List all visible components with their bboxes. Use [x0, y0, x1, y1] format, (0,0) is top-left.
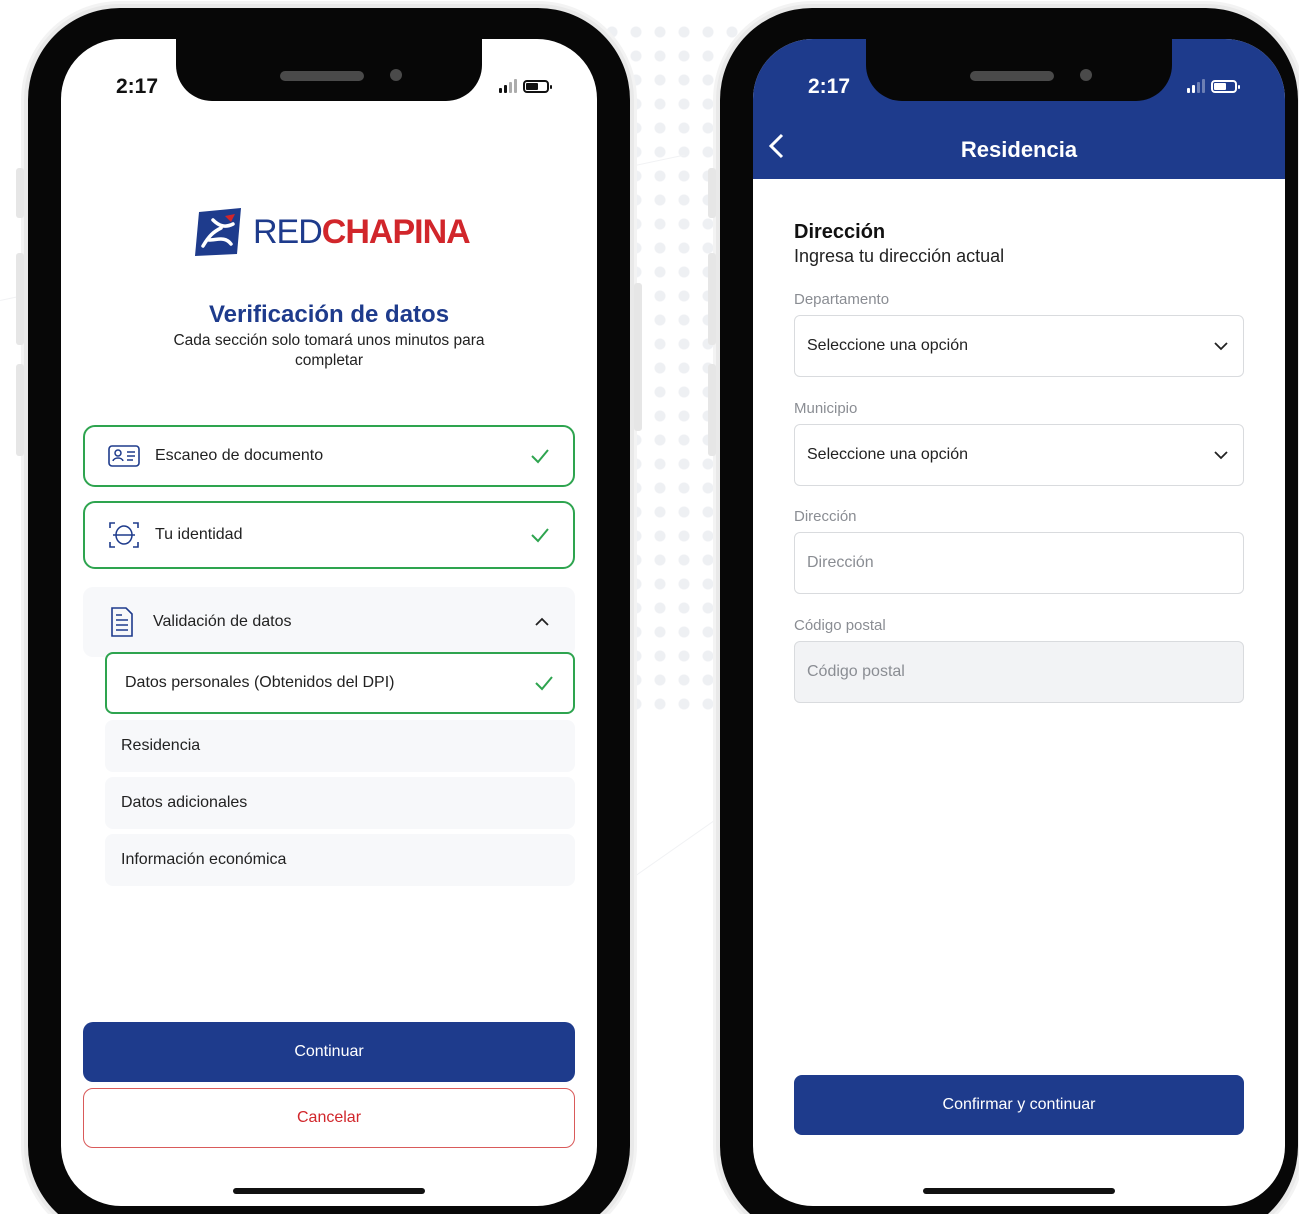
confirm-continue-button[interactable]: Confirmar y continuar [794, 1075, 1244, 1135]
home-indicator[interactable] [233, 1188, 425, 1194]
battery-icon [523, 79, 552, 93]
step-document-scan[interactable]: Escaneo de documento [83, 425, 575, 487]
department-select[interactable]: Seleccione una opción [794, 315, 1244, 377]
side-button [708, 253, 716, 345]
substep-residence[interactable]: Residencia [105, 720, 575, 772]
document-list-icon [111, 607, 133, 637]
redchapina-logo-icon [195, 208, 241, 256]
page-title: Verificación de datos [208, 301, 450, 328]
step-identity[interactable]: Tu identidad [83, 501, 575, 569]
substep-label: Información económica [121, 851, 287, 868]
address-label: Dirección [794, 508, 857, 525]
status-time: 2:17 [116, 75, 159, 98]
department-label: Departamento [794, 291, 890, 308]
status-time: 2:17 [808, 75, 851, 98]
face-scan-icon [109, 522, 139, 548]
municipality-select[interactable]: Seleccione una opción [794, 424, 1244, 486]
battery-icon [1211, 79, 1240, 93]
home-indicator[interactable] [923, 1188, 1115, 1194]
back-arrow-icon[interactable] [765, 131, 789, 161]
cancel-button[interactable]: Cancelar [83, 1088, 575, 1148]
checkmark-icon [535, 676, 553, 691]
brand-logo: REDCHAPINA [191, 206, 471, 258]
substep-label: Residencia [121, 737, 201, 754]
chevron-down-icon [1214, 451, 1228, 460]
checkmark-icon [531, 449, 549, 464]
notch [866, 39, 1172, 101]
signal-icon [1187, 79, 1205, 93]
residence-screen: 2:17 Residencia Dirección Ingresa tu dir… [753, 39, 1285, 1206]
chevron-up-icon[interactable] [531, 611, 553, 633]
section-subtitle: Ingresa tu dirección actual [794, 246, 1005, 266]
input-placeholder: Dirección [807, 554, 874, 571]
speaker-grille [280, 71, 364, 81]
address-input[interactable]: Dirección [794, 532, 1244, 594]
status-icons [499, 79, 552, 93]
speaker-grille [970, 71, 1054, 81]
substep-economic-info[interactable]: Información económica [105, 834, 575, 886]
substep-personal-data[interactable]: Datos personales (Obtenidos del DPI) [105, 652, 575, 714]
page-subtitle: Cada sección solo tomará unos minutos pa… [173, 332, 485, 369]
phone-frame-left: 2:17 REDCHAPINA Verificación de datos Ca… [16, 8, 642, 1214]
side-button [16, 364, 24, 456]
checkmark-icon [531, 528, 549, 543]
continue-button[interactable]: Continuar [83, 1022, 575, 1082]
verification-screen: 2:17 REDCHAPINA Verificación de datos Ca… [61, 39, 597, 1206]
brand-wordmark: REDCHAPINA [253, 212, 471, 251]
municipality-label: Municipio [794, 400, 858, 417]
side-button [708, 364, 716, 456]
side-button [16, 253, 24, 345]
postal-code-label: Código postal [794, 617, 886, 634]
header-title: Residencia [960, 137, 1078, 162]
signal-icon [499, 79, 517, 93]
substep-label: Datos personales (Obtenidos del DPI) [125, 674, 395, 691]
substep-additional-data[interactable]: Datos adicionales [105, 777, 575, 829]
phone-frame-right: 2:17 Residencia Dirección Ingresa tu dir… [708, 8, 1298, 1214]
notch [176, 39, 482, 101]
id-card-icon [108, 445, 140, 467]
front-camera [390, 69, 402, 81]
postal-code-input[interactable]: Código postal [794, 641, 1244, 703]
group-label: Validación de datos [153, 613, 292, 630]
group-data-validation[interactable]: Validación de datos [83, 587, 575, 657]
chevron-down-icon [1214, 342, 1228, 351]
select-value: Seleccione una opción [807, 446, 969, 463]
side-button [634, 283, 642, 431]
side-button [708, 168, 716, 218]
step-label: Escaneo de documento [155, 447, 324, 464]
substep-label: Datos adicionales [121, 794, 248, 811]
input-placeholder: Código postal [807, 663, 905, 680]
section-title: Dirección [794, 221, 886, 243]
front-camera [1080, 69, 1092, 81]
side-button [16, 168, 24, 218]
status-icons [1187, 79, 1240, 93]
step-label: Tu identidad [155, 526, 243, 543]
select-value: Seleccione una opción [807, 337, 969, 354]
